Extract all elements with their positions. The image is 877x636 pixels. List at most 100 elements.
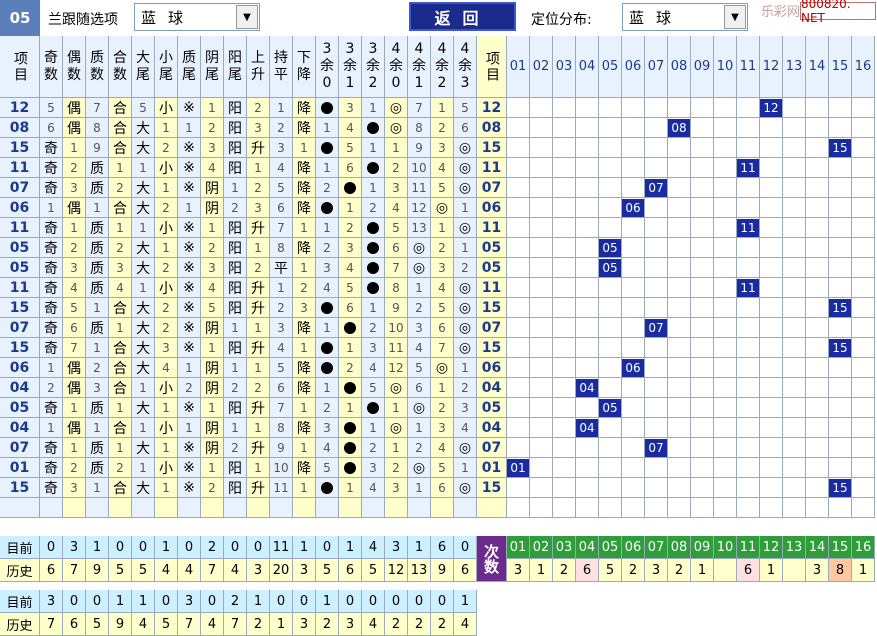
row-id: 11 — [0, 158, 40, 178]
table-cell: 1 — [362, 298, 385, 318]
column-header: 3余1 — [339, 36, 362, 98]
table-cell: 1 — [385, 398, 408, 418]
grid-cell — [553, 298, 576, 318]
table-cell: 1 — [201, 98, 224, 118]
follow-select[interactable]: 蓝球 ▼ — [134, 3, 260, 31]
filler-cell — [599, 498, 622, 518]
table-cell: 1 — [362, 138, 385, 158]
row-id-right: 08 — [477, 118, 507, 138]
grid-cell — [645, 98, 668, 118]
table-cell: 1 — [86, 418, 109, 438]
summary-history-value: 20 — [270, 559, 293, 582]
number-header: 03 — [553, 36, 576, 98]
filler-cell — [362, 498, 385, 518]
table-cell: 2 — [431, 398, 454, 418]
table-cell: 小 — [155, 218, 178, 238]
table-cell: 奇 — [40, 158, 63, 178]
table-cell: 4 — [201, 278, 224, 298]
table-cell: 质 — [86, 238, 109, 258]
table-cell: ◎ — [454, 438, 477, 458]
table-cell: 1 — [178, 118, 201, 138]
summary-history-value: 5 — [362, 559, 385, 582]
table-cell — [316, 198, 339, 218]
table-cell — [316, 478, 339, 498]
row-id: 15 — [0, 138, 40, 158]
table-cell: 7 — [408, 98, 431, 118]
grid-cell — [599, 218, 622, 238]
table-cell: 质 — [86, 318, 109, 338]
summary-history-value: 5 — [316, 559, 339, 582]
filler-cell — [553, 498, 576, 518]
table-cell: 2 — [431, 118, 454, 138]
summary2-history-value: 9 — [109, 613, 132, 636]
summary-history-value: 9 — [431, 559, 454, 582]
black-dot-icon — [367, 281, 379, 294]
grid-cell — [760, 138, 783, 158]
chevron-down-icon[interactable]: ▼ — [724, 5, 746, 29]
row-id-right: 06 — [477, 358, 507, 378]
table-cell: ※ — [178, 158, 201, 178]
chevron-down-icon[interactable]: ▼ — [236, 5, 258, 29]
grid-cell — [737, 178, 760, 198]
grid-cell — [806, 258, 829, 278]
black-dot-icon — [344, 421, 356, 434]
grid-cell — [668, 198, 691, 218]
grid-cell — [852, 438, 875, 458]
grid-cell — [691, 358, 714, 378]
table-cell: ※ — [178, 318, 201, 338]
table-cell: 奇 — [40, 318, 63, 338]
grid-cell — [829, 318, 852, 338]
grid-cell — [530, 398, 553, 418]
table-cell: 8 — [408, 118, 431, 138]
table-cell: 奇 — [40, 478, 63, 498]
table-cell: 4 — [362, 358, 385, 378]
table-cell: 6 — [454, 118, 477, 138]
grid-cell — [507, 98, 530, 118]
summary2-current-value: 1 — [109, 590, 132, 613]
grid-cell — [507, 438, 530, 458]
grid-cell — [507, 158, 530, 178]
grid-cell — [599, 318, 622, 338]
grid-cell — [783, 338, 806, 358]
table-cell: 2 — [63, 458, 86, 478]
grid-cell — [668, 158, 691, 178]
hit-mark: 06 — [622, 359, 644, 377]
table-cell: 大 — [132, 198, 155, 218]
grid-cell — [806, 278, 829, 298]
table-cell: 2 — [155, 298, 178, 318]
position-select[interactable]: 蓝球 ▼ — [622, 3, 748, 31]
grid-cell — [599, 178, 622, 198]
grid-cell — [507, 258, 530, 278]
table-cell: 1 — [454, 358, 477, 378]
grid-cell — [852, 298, 875, 318]
table-cell: 1 — [201, 218, 224, 238]
column-header: 4余3 — [454, 36, 477, 98]
table-cell: 5 — [132, 98, 155, 118]
grid-cell — [806, 418, 829, 438]
grid-cell — [668, 378, 691, 398]
grid-cell — [530, 218, 553, 238]
black-dot-icon — [367, 121, 379, 134]
table-cell: 小 — [155, 278, 178, 298]
back-button[interactable]: 返回 — [409, 2, 516, 31]
grid-cell — [599, 418, 622, 438]
grid-cell — [599, 118, 622, 138]
table-cell: 1 — [40, 198, 63, 218]
table-cell: 2 — [316, 238, 339, 258]
table-cell: 1 — [224, 358, 247, 378]
grid-cell — [668, 438, 691, 458]
table-cell: 4 — [109, 278, 132, 298]
grid-cell — [691, 118, 714, 138]
grid-cell — [783, 158, 806, 178]
table-cell: 1 — [247, 318, 270, 338]
table-cell: 10 — [408, 158, 431, 178]
grid-cell — [576, 258, 599, 278]
grid-cell — [691, 198, 714, 218]
column-header: 质尾 — [178, 36, 201, 98]
table-cell: 4 — [408, 338, 431, 358]
table-cell: 1 — [178, 418, 201, 438]
grid-cell — [576, 98, 599, 118]
table-cell: 6 — [40, 118, 63, 138]
row-id: 07 — [0, 438, 40, 458]
grid-cell — [714, 158, 737, 178]
